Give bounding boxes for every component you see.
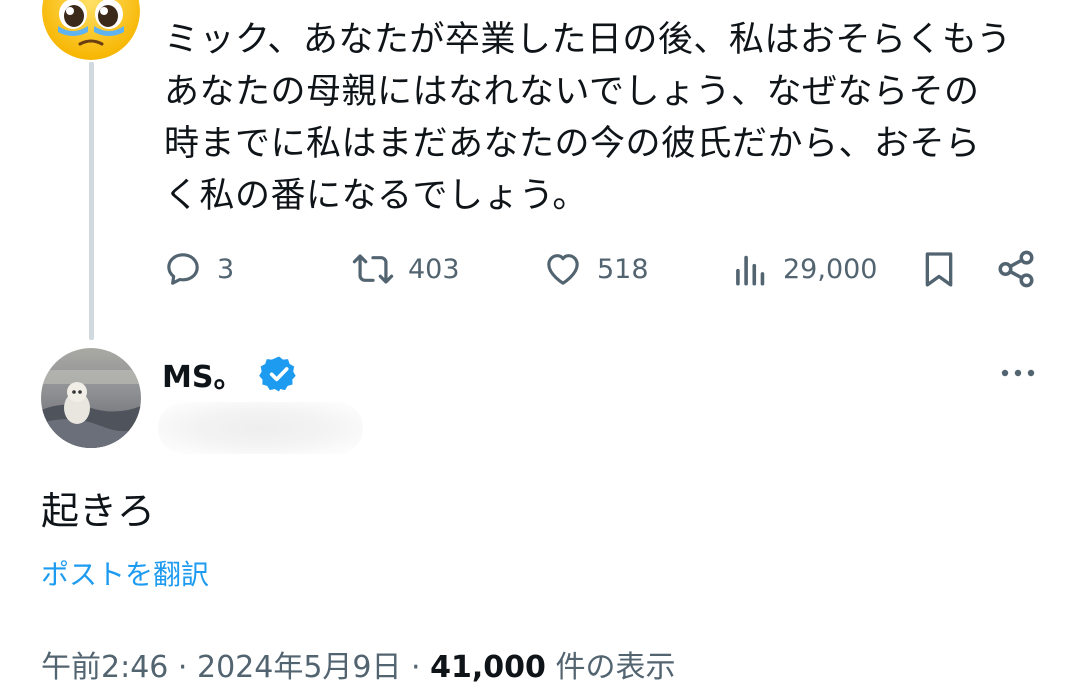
bookmark-button[interactable] [919, 246, 959, 292]
more-options-button[interactable] [996, 358, 1040, 388]
redacted-handle [158, 402, 363, 454]
verified-badge-icon [259, 356, 297, 392]
post-views-label: 件の表示 [545, 650, 676, 685]
display-name-text: MS。 [162, 360, 244, 395]
parent-post-line: ミック、あなたが卒業した日の後、私はおそらくもう [164, 20, 1012, 60]
post-action-bar: 3 403 518 29,000 [0, 246, 1080, 292]
views-count: 29,000 [783, 253, 878, 285]
heart-icon [547, 254, 579, 285]
parent-avatar[interactable] [42, 0, 140, 60]
parent-post-text: ミック、あなたが卒業した日の後、私はおそらくもう あなたの母親にはなれないでしょ… [164, 14, 1054, 222]
dog-photo-avatar [41, 348, 141, 448]
meta-separator: · [168, 650, 197, 685]
thread-connector-line [89, 62, 94, 340]
meta-separator: · [401, 650, 431, 685]
display-name[interactable]: MS。 [162, 352, 299, 396]
share-button[interactable] [995, 246, 1037, 292]
like-count: 518 [597, 253, 649, 285]
post-date[interactable]: 2024年5月9日 [197, 650, 402, 685]
parent-post-line: あなたの母親にはなれないでしょう、なぜならその [164, 72, 980, 112]
share-icon [998, 250, 1034, 288]
avatar[interactable] [41, 348, 141, 448]
reply-button[interactable]: 3 [163, 246, 234, 292]
translate-post-link[interactable]: ポストを翻訳 [41, 553, 209, 593]
more-dots-icon [1001, 369, 1035, 377]
repost-icon [352, 254, 394, 284]
pleading-face-emoji-icon [42, 0, 140, 60]
parent-post-line: 時までに私はまだあなたの今の彼氏だから、おそら [164, 124, 981, 164]
post-metadata: 午前2:46 · 2024年5月9日 · 41,000 件の表示 [41, 642, 675, 686]
views-button[interactable]: 29,000 [733, 246, 877, 292]
like-button[interactable]: 518 [543, 246, 649, 292]
repost-count: 403 [408, 253, 460, 285]
reply-icon [167, 253, 199, 285]
repost-button[interactable]: 403 [352, 246, 460, 292]
reply-count: 3 [217, 253, 235, 285]
post-time[interactable]: 午前2:46 [41, 650, 168, 685]
bookmark-icon [925, 252, 953, 287]
parent-post-line: く私の番になるでしょう。 [164, 176, 588, 216]
post-views-count[interactable]: 41,000 [430, 650, 546, 685]
analytics-icon [736, 255, 765, 286]
reply-post-text: 起きろ [41, 489, 156, 533]
